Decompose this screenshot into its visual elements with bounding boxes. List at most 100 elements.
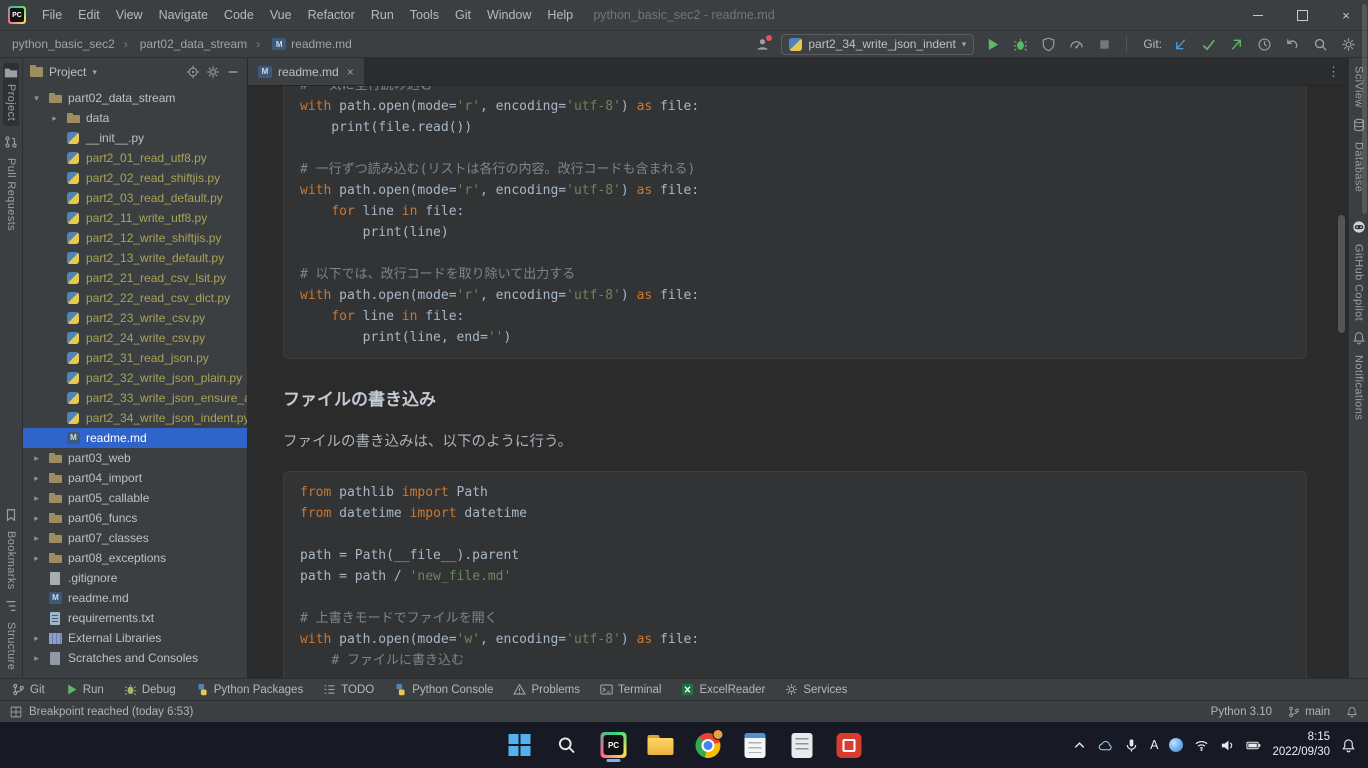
tool-stripe-project[interactable]: Project — [3, 63, 19, 126]
tree-row[interactable]: part05_callable — [23, 488, 247, 508]
run-button[interactable] — [983, 35, 1002, 54]
bottom-tool-button[interactable]: Debug — [124, 683, 176, 696]
tree-row[interactable]: part2_31_read_json.py — [23, 348, 247, 368]
git-branch-widget[interactable]: main — [1288, 706, 1330, 718]
battery-icon[interactable] — [1246, 738, 1261, 753]
tree-row[interactable]: readme.md — [23, 588, 247, 608]
bottom-tool-button[interactable]: ExcelReader — [681, 683, 765, 696]
bottom-tool-button[interactable]: Python Packages — [196, 683, 304, 696]
tree-row[interactable]: readme.md — [23, 428, 247, 448]
tree-row[interactable]: part2_11_write_utf8.py — [23, 208, 247, 228]
taskbar-pycharm-button[interactable] — [599, 727, 629, 763]
project-panel-title[interactable]: Project — [49, 65, 86, 79]
bookmark-icon[interactable] — [4, 508, 18, 522]
tree-expand-arrow[interactable] — [48, 113, 61, 124]
git-push-button[interactable] — [1227, 35, 1246, 54]
taskbar-document-app-button[interactable] — [787, 727, 817, 763]
bottom-tool-button[interactable]: Services — [785, 683, 847, 696]
bottom-tool-button[interactable]: Problems — [513, 683, 580, 696]
tree-row[interactable]: part2_23_write_csv.py — [23, 308, 247, 328]
locate-file-icon[interactable] — [186, 65, 200, 79]
tab-options-kebab-icon[interactable]: ⋮ — [1319, 58, 1348, 85]
menu-item[interactable]: Vue — [262, 4, 300, 26]
tree-row[interactable]: part2_21_read_csv_lsit.py — [23, 268, 247, 288]
volume-icon[interactable] — [1220, 738, 1235, 753]
structure-icon[interactable] — [4, 599, 18, 613]
tree-expand-arrow[interactable] — [30, 553, 43, 564]
bottom-tool-button[interactable]: TODO — [323, 683, 374, 696]
tree-row[interactable]: __init__.py — [23, 128, 247, 148]
tree-row[interactable]: part02_data_stream — [23, 88, 247, 108]
tree-row[interactable]: part2_24_write_csv.py — [23, 328, 247, 348]
breadcrumb-item[interactable]: M part02_data_stream — [117, 35, 249, 53]
chevron-down-icon[interactable]: ▾ — [92, 67, 97, 78]
ime-indicator[interactable]: A — [1150, 738, 1158, 752]
tree-row[interactable]: part2_33_write_json_ensure_ascii.py — [23, 388, 247, 408]
menu-item[interactable]: Run — [363, 4, 402, 26]
wifi-icon[interactable] — [1194, 738, 1209, 753]
tab-readme[interactable]: M readme.md × — [248, 58, 365, 85]
taskbar-red-app-button[interactable] — [834, 727, 864, 763]
tool-stripe-pull-requests[interactable]: Pull Requests — [5, 158, 17, 231]
tool-stripe-notifications[interactable]: Notifications — [1353, 355, 1365, 420]
run-configuration-select[interactable]: part2_34_write_json_indent ▾ — [781, 34, 974, 55]
panel-settings-gear-icon[interactable] — [206, 65, 220, 79]
close-button[interactable]: × — [1324, 0, 1368, 30]
profiler-button[interactable] — [1067, 35, 1086, 54]
taskbar-notepad-button[interactable] — [740, 727, 770, 763]
menu-item[interactable]: Git — [447, 4, 479, 26]
tree-row[interactable]: part2_22_read_csv_dict.py — [23, 288, 247, 308]
tree-expand-arrow[interactable] — [30, 513, 43, 524]
taskbar-search-button[interactable] — [552, 727, 582, 763]
bottom-tool-button[interactable]: Python Console — [394, 683, 493, 696]
menu-item[interactable]: Edit — [70, 4, 108, 26]
search-everywhere-button[interactable] — [1311, 35, 1330, 54]
tree-expand-arrow[interactable] — [30, 633, 43, 644]
tree-row[interactable]: part03_web — [23, 448, 247, 468]
git-update-button[interactable] — [1171, 35, 1190, 54]
microphone-icon[interactable] — [1124, 738, 1139, 753]
tree-row[interactable]: Scratches and Consoles — [23, 648, 247, 668]
tool-stripe-structure[interactable]: Structure — [5, 622, 17, 670]
tree-row[interactable]: .gitignore — [23, 568, 247, 588]
tool-window-switcher-icon[interactable] — [10, 706, 22, 718]
start-button[interactable] — [505, 727, 535, 763]
breadcrumb-item[interactable]: M python_basic_sec2 — [10, 35, 117, 53]
github-copilot-icon[interactable] — [1352, 220, 1366, 234]
tree-row[interactable]: part2_02_read_shiftjis.py — [23, 168, 247, 188]
bottom-tool-button[interactable]: Run — [65, 683, 104, 696]
tree-expand-arrow[interactable] — [30, 493, 43, 504]
tree-expand-arrow[interactable] — [30, 533, 43, 544]
project-scrollbar[interactable] — [1362, 4, 1367, 214]
tab-close-icon[interactable]: × — [347, 65, 354, 79]
onedrive-cloud-icon[interactable] — [1098, 738, 1113, 753]
tree-row[interactable]: part2_03_read_default.py — [23, 188, 247, 208]
tree-row[interactable]: part06_funcs — [23, 508, 247, 528]
debug-button[interactable] — [1011, 35, 1030, 54]
tree-expand-arrow[interactable] — [30, 93, 43, 104]
python-interpreter[interactable]: Python 3.10 — [1211, 706, 1272, 718]
taskbar-clock[interactable]: 8:15 2022/09/30 — [1272, 730, 1330, 760]
maximize-button[interactable] — [1280, 0, 1324, 30]
status-notifications-bell-icon[interactable] — [1346, 706, 1358, 718]
stop-button[interactable] — [1095, 35, 1114, 54]
menu-item[interactable]: Window — [479, 4, 539, 26]
bottom-tool-button[interactable]: Terminal — [600, 683, 661, 696]
menu-item[interactable]: File — [34, 4, 70, 26]
tool-stripe-bookmarks[interactable]: Bookmarks — [5, 531, 17, 590]
taskbar-explorer-button[interactable] — [646, 727, 676, 763]
tree-row[interactable]: part08_exceptions — [23, 548, 247, 568]
taskbar-chrome-button[interactable] — [693, 727, 723, 763]
menu-item[interactable]: Refactor — [300, 4, 363, 26]
notifications-bell-icon[interactable] — [1352, 331, 1366, 345]
git-commit-button[interactable] — [1199, 35, 1218, 54]
bottom-tool-button[interactable]: Git — [12, 683, 45, 696]
tree-row[interactable]: part2_12_write_shiftjis.py — [23, 228, 247, 248]
tree-row[interactable]: part2_32_write_json_plain.py — [23, 368, 247, 388]
tree-row[interactable]: part2_01_read_utf8.py — [23, 148, 247, 168]
rollback-button[interactable] — [1283, 35, 1302, 54]
menu-item[interactable]: View — [108, 4, 151, 26]
cortana-icon[interactable] — [1169, 738, 1183, 752]
hide-panel-icon[interactable] — [226, 65, 240, 79]
tree-row[interactable]: requirements.txt — [23, 608, 247, 628]
